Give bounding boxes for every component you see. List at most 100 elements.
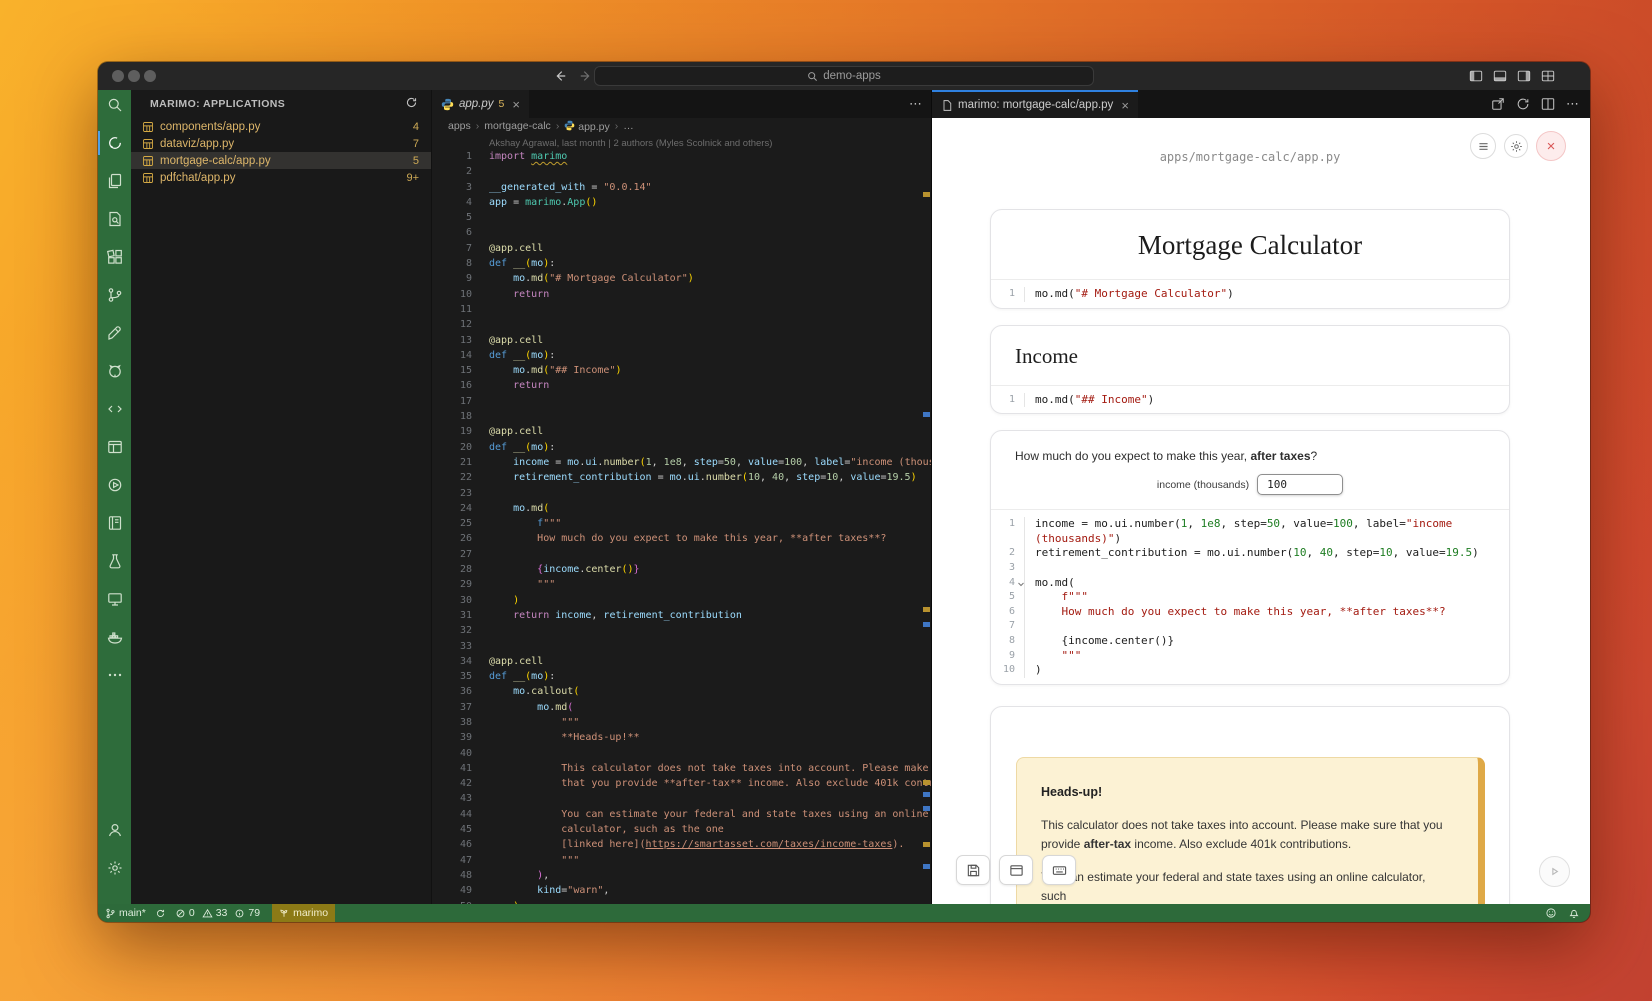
problems-item[interactable]: 0 33 79 — [175, 907, 260, 919]
cell-code[interactable]: 1mo.md("# Mortgage Calculator") — [991, 279, 1509, 308]
code-line: 9 mo.md("# Mortgage Calculator") — [432, 271, 931, 286]
forward-arrow-icon[interactable] — [579, 69, 593, 83]
test-beaker-icon[interactable] — [98, 553, 131, 569]
overview-mark — [923, 192, 930, 197]
cell-code[interactable]: 1mo.md("## Income") — [991, 385, 1509, 414]
code-line: 36 mo.callout( — [432, 684, 931, 699]
line-number: 1 — [432, 149, 472, 164]
copy-files-icon[interactable] — [98, 173, 131, 189]
back-arrow-icon[interactable] — [553, 69, 567, 83]
file-row[interactable]: mortgage-calc/app.py5 — [131, 152, 431, 169]
git-blame-annotation: Akshay Agrawal, last month | 2 authors (… — [432, 134, 931, 149]
titlebar: demo-apps — [98, 62, 1590, 90]
open-external-icon[interactable] — [1491, 97, 1505, 111]
toggle-sidebar-right-icon[interactable] — [1517, 69, 1531, 83]
marimo-loop-icon[interactable] — [98, 135, 131, 151]
keyboard-button[interactable] — [1042, 855, 1076, 885]
desktop-background: demo-apps MARIMO: APPLICATIONS — [0, 0, 1652, 1001]
run-circle-icon[interactable] — [98, 477, 131, 493]
command-center-search[interactable]: demo-apps — [594, 66, 1094, 86]
docker-icon[interactable] — [98, 629, 131, 645]
code-line: 39 **Heads-up!** — [432, 730, 931, 745]
rocket-icon[interactable] — [98, 325, 131, 341]
file-row[interactable]: components/app.py4 — [131, 118, 431, 135]
code-line: 14def __(mo): — [432, 348, 931, 363]
vscode-window: demo-apps MARIMO: APPLICATIONS — [98, 62, 1590, 922]
code-line: 16 return — [432, 378, 931, 393]
code-line: 49 kind="warn", — [432, 883, 931, 898]
notebook-icon[interactable] — [98, 515, 131, 531]
close-tab-icon[interactable]: × — [1121, 99, 1129, 112]
tab-marimo-preview[interactable]: marimo: mortgage-calc/app.py × — [932, 90, 1138, 118]
panel-more-icon[interactable]: ⋯ — [1566, 96, 1580, 112]
close-tab-icon[interactable]: × — [512, 98, 520, 111]
marimo-status-item[interactable]: marimo — [272, 904, 335, 922]
split-editor-icon[interactable] — [1541, 97, 1555, 111]
notebook-cell: How much do you expect to make this year… — [990, 430, 1510, 685]
breadcrumb-item[interactable]: mortgage-calc — [484, 120, 551, 132]
breadcrumb-item[interactable]: … — [623, 120, 634, 132]
panel-tab-bar: marimo: mortgage-calc/app.py × ⋯ — [932, 90, 1590, 118]
editor-actions-more-icon[interactable]: ⋯ — [909, 90, 923, 118]
code-line: 1import marimo — [432, 149, 931, 164]
line-number: 47 — [432, 853, 472, 868]
close-window-button[interactable] — [112, 70, 124, 82]
line-number: 42 — [432, 776, 472, 791]
code-line: 12 — [432, 317, 931, 332]
file-search-icon[interactable] — [98, 211, 131, 227]
remote-screen-icon[interactable] — [98, 591, 131, 607]
feedback-smiley-icon[interactable] — [1545, 907, 1557, 919]
shutdown-close-icon[interactable]: × — [1536, 131, 1566, 161]
window-button[interactable] — [999, 855, 1033, 885]
more-icon[interactable] — [98, 667, 131, 683]
refresh-icon[interactable] — [405, 96, 418, 112]
settings-icon[interactable] — [98, 860, 131, 876]
line-number: 22 — [432, 470, 472, 485]
line-number: 43 — [432, 791, 472, 806]
notebook-cell: Income 1mo.md("## Income") — [990, 325, 1510, 415]
run-button[interactable] — [1539, 856, 1570, 887]
overview-ruler — [921, 134, 931, 904]
minimize-window-button[interactable] — [128, 70, 140, 82]
code-line: 43 — [432, 791, 931, 806]
cell-output-heading: Income — [991, 326, 1509, 385]
menu-icon[interactable] — [1470, 133, 1496, 159]
cell-code[interactable]: 1income = mo.ui.number(1, 1e8, step=50, … — [991, 509, 1509, 684]
file-row[interactable]: pdfchat/app.py9+ — [131, 169, 431, 186]
notifications-bell-icon[interactable] — [1568, 907, 1580, 919]
code-editor[interactable]: Akshay Agrawal, last month | 2 authors (… — [432, 134, 931, 904]
marimo-panel: marimo: mortgage-calc/app.py × ⋯ — [931, 90, 1590, 904]
github-icon[interactable] — [98, 363, 131, 379]
extensions-icon[interactable] — [98, 249, 131, 265]
line-number: 33 — [432, 639, 472, 654]
callout-paragraph: You can estimate your federal and state … — [1041, 868, 1454, 904]
breadcrumb-item[interactable]: app.py — [564, 120, 609, 133]
customize-layout-icon[interactable] — [1541, 69, 1555, 83]
search-icon[interactable] — [98, 97, 131, 113]
zoom-window-button[interactable] — [144, 70, 156, 82]
layout-controls — [1469, 69, 1555, 83]
account-icon[interactable] — [98, 822, 131, 838]
breadcrumb-item[interactable]: apps — [448, 120, 471, 132]
file-name: mortgage-calc/app.py — [160, 155, 271, 167]
sync-icon — [155, 908, 166, 919]
git-branch-item[interactable]: main* — [105, 907, 146, 919]
tab-app-py[interactable]: app.py 5 × — [432, 90, 529, 118]
code-line: 48 ), — [432, 868, 931, 883]
sync-item[interactable] — [155, 908, 166, 919]
line-number: 11 — [432, 302, 472, 317]
toggle-sidebar-left-icon[interactable] — [1469, 69, 1483, 83]
file-row[interactable]: dataviz/app.py7 — [131, 135, 431, 152]
source-control-icon[interactable] — [98, 287, 131, 303]
reload-icon[interactable] — [1516, 97, 1530, 111]
save-button[interactable] — [956, 855, 990, 885]
income-input[interactable] — [1257, 474, 1343, 495]
toggle-panel-icon[interactable] — [1493, 69, 1507, 83]
layout-icon[interactable] — [98, 439, 131, 455]
live-share-icon[interactable] — [98, 401, 131, 417]
activity-bar — [98, 90, 131, 904]
line-number: 12 — [432, 317, 472, 332]
income-input-label: income (thousands) — [1157, 479, 1249, 491]
gear-icon[interactable] — [1504, 134, 1528, 158]
code-line: 28 {income.center()} — [432, 562, 931, 577]
